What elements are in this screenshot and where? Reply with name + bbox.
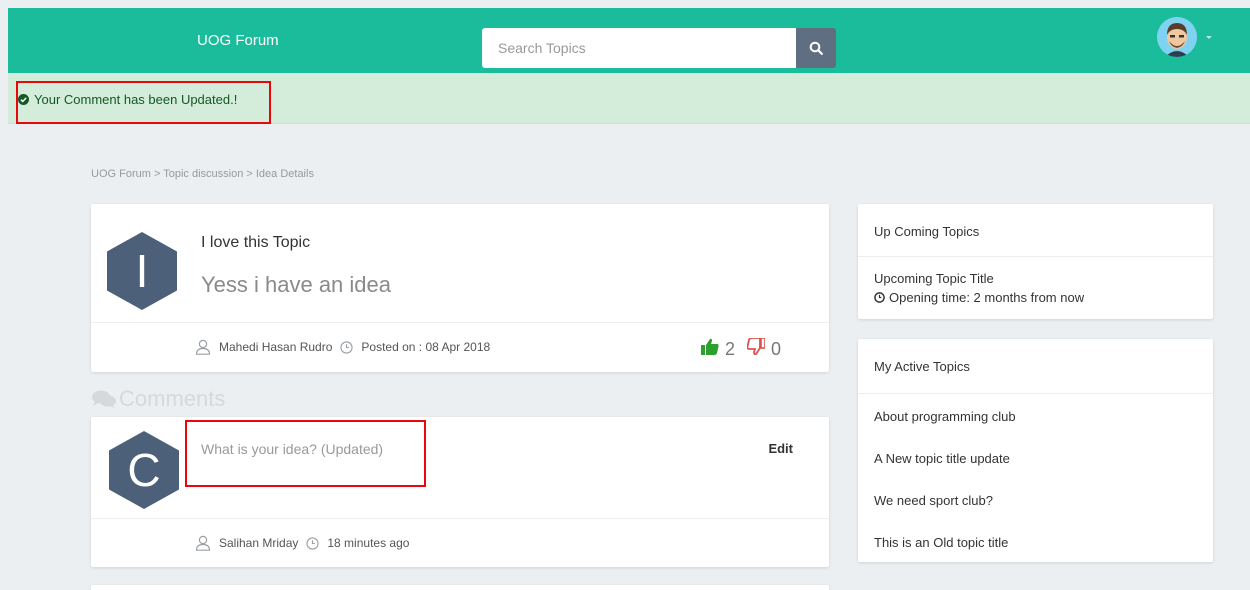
brand-link[interactable]: UOG Forum	[197, 32, 279, 49]
clock-icon	[874, 292, 885, 303]
upcoming-topics-heading: Up Coming Topics	[874, 224, 980, 239]
thumbs-up-icon[interactable]	[700, 338, 719, 360]
search-button[interactable]	[796, 28, 836, 68]
user-icon	[195, 339, 211, 355]
divider	[858, 256, 1213, 257]
comment-highlight-box	[185, 420, 426, 487]
post-title: I love this Topic	[201, 234, 311, 251]
search-form	[482, 28, 836, 68]
chevron-down-icon[interactable]	[1206, 36, 1212, 39]
comments-icon	[92, 390, 116, 408]
upcoming-topics-panel: Up Coming Topics Upcoming Topic Title Op…	[858, 204, 1213, 319]
topic-idea-card: I I love this Topic Yess i have an idea …	[91, 204, 829, 372]
thumbs-down-icon[interactable]	[746, 337, 766, 360]
active-topic-item[interactable]: We need sport club?	[874, 493, 993, 508]
comment-time: 18 minutes ago	[327, 536, 410, 550]
breadcrumb: UOG Forum > Topic discussion > Idea Deta…	[91, 168, 314, 180]
user-avatar[interactable]	[1157, 17, 1197, 57]
edit-comment-button[interactable]: Edit	[768, 441, 793, 456]
downvote-count: 0	[770, 338, 781, 359]
active-topic-item[interactable]: About programming club	[874, 409, 1016, 424]
alert-highlight-box	[16, 81, 271, 124]
active-topics-panel: My Active Topics About programming club …	[858, 339, 1213, 562]
clock-icon	[306, 536, 320, 550]
clock-icon	[340, 340, 354, 354]
comments-heading: Comments	[91, 386, 225, 412]
active-topic-item[interactable]: This is an Old topic title	[874, 535, 1008, 550]
comment-avatar: C	[109, 431, 179, 509]
divider	[858, 393, 1213, 394]
search-icon	[809, 41, 823, 55]
post-avatar: I	[107, 232, 177, 310]
next-comment-card	[91, 585, 829, 590]
post-author[interactable]: Mahedi Hasan Rudro	[219, 340, 332, 354]
post-meta: Mahedi Hasan Rudro Posted on : 08 Apr 20…	[195, 339, 490, 355]
active-topic-item[interactable]: A New topic title update	[874, 451, 1010, 466]
active-topics-heading: My Active Topics	[874, 359, 970, 374]
top-navbar: UOG Forum	[8, 8, 1250, 73]
upvote-count: 2	[724, 338, 735, 359]
comment-meta: Salihan Mriday 18 minutes ago	[195, 535, 409, 551]
post-idea-text: Yess i have an idea	[201, 272, 391, 297]
comment-author[interactable]: Salihan Mriday	[219, 536, 298, 550]
upcoming-opening-time: Opening time: 2 months from now	[889, 290, 1085, 305]
user-icon	[195, 535, 211, 551]
post-date: Posted on : 08 Apr 2018	[361, 340, 491, 354]
upcoming-topic-title[interactable]: Upcoming Topic Title	[874, 271, 994, 286]
search-input[interactable]	[482, 28, 796, 68]
vote-controls: 2 0	[700, 337, 781, 360]
divider	[91, 518, 829, 519]
divider	[91, 322, 829, 323]
